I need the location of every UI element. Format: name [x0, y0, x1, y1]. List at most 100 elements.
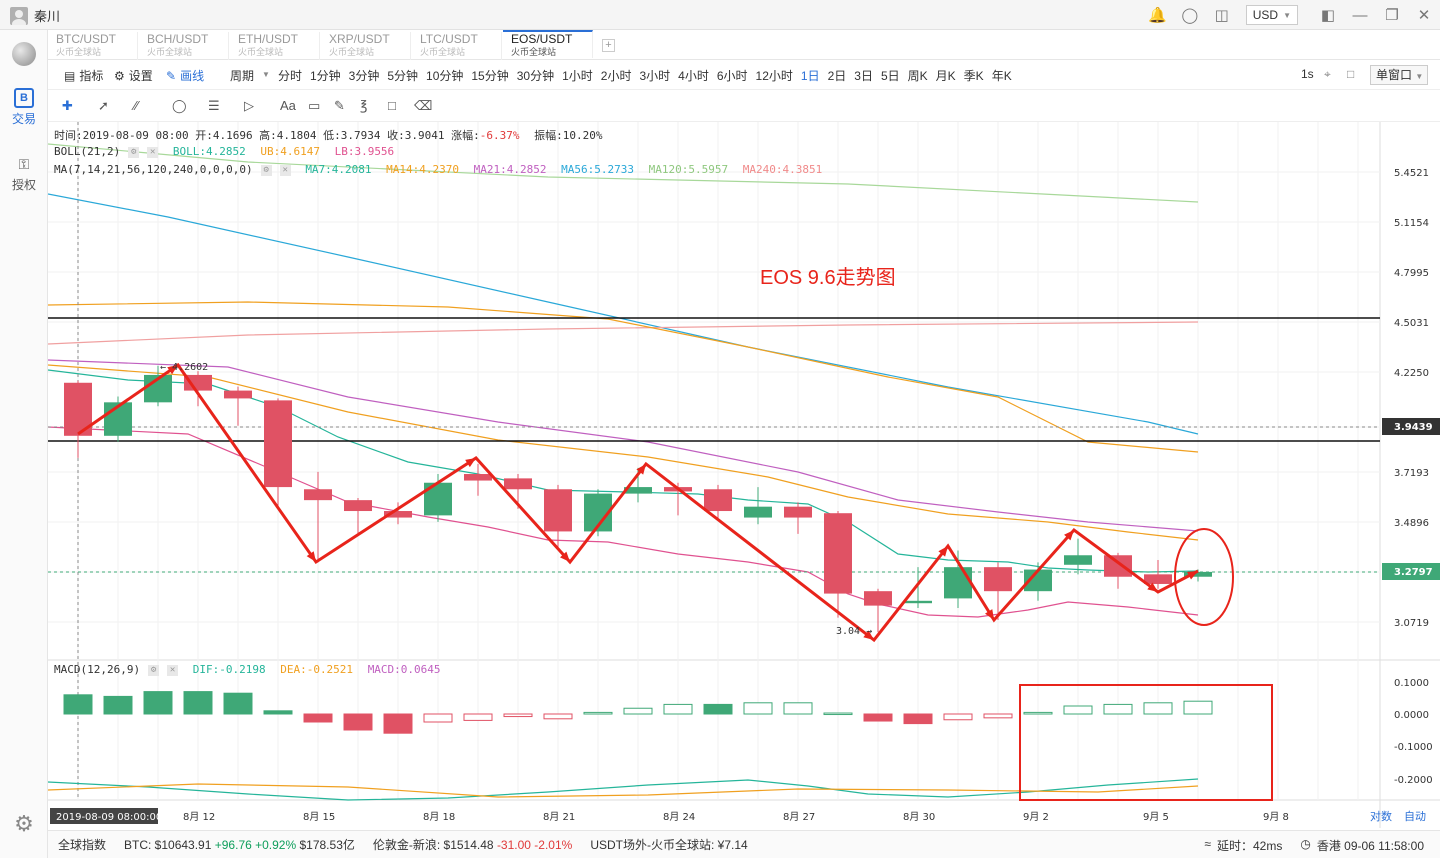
candle-body: [264, 400, 292, 488]
ma-settings-icon[interactable]: ⚙: [260, 164, 272, 176]
sidebar-item-label: 交易: [11, 112, 36, 126]
gear-icon[interactable]: ⚙: [12, 812, 36, 836]
period-option[interactable]: 15分钟: [471, 67, 508, 84]
period-option[interactable]: 1小时: [562, 67, 593, 84]
chart-toolbar: ▤ 指标 ⚙ 设置 ✎ 画线 周期 ▼ 分时 1分钟 3分钟 5分钟 10分钟 …: [48, 60, 1440, 90]
minimize-icon[interactable]: —: [1344, 0, 1376, 30]
candle-body: [744, 506, 772, 518]
app-logo: [12, 42, 36, 66]
bell-icon[interactable]: 🔔: [1142, 0, 1174, 30]
sidebar-item-trade[interactable]: B 交易: [0, 88, 48, 127]
clock-icon: ◷: [1300, 837, 1311, 851]
ohlc-text: 时间:2019-08-09 08:00 开:4.1696 高:4.1804 低:…: [54, 129, 480, 142]
status-right: ≈ 延时：42ms ◷ 香港 09-06 11:58:00: [1204, 837, 1424, 854]
candle-body: [1104, 555, 1132, 577]
ma-close-icon[interactable]: ✕: [279, 164, 291, 176]
boll-close-icon[interactable]: ✕: [147, 146, 159, 158]
date-axis-label: 8月 15: [303, 811, 335, 823]
chevron-down-icon[interactable]: ▼: [262, 67, 270, 84]
macd-bar: [1023, 711, 1053, 715]
trendline-icon[interactable]: ➚: [98, 98, 109, 114]
chat-icon[interactable]: ◯: [1174, 0, 1206, 30]
period-option[interactable]: 3分钟: [349, 67, 380, 84]
macd-bar: [183, 691, 213, 715]
candle-body: [304, 489, 332, 501]
period-option[interactable]: 1分钟: [310, 67, 341, 84]
sidebar-item-label: 授权: [11, 178, 36, 192]
chart-area[interactable]: EOS 9.6走势图 ← 4.2602 3.04 → 5.4521 5.1154 4.79…: [47, 122, 1440, 828]
trash-icon[interactable]: ⌫: [414, 98, 432, 114]
magnet-icon[interactable]: ℥: [360, 98, 368, 114]
btc-ticker: BTC: $10643.91 +96.76 +0.92% $178.53亿: [124, 838, 355, 852]
restore-icon[interactable]: ❐: [1376, 0, 1408, 30]
parallel-lines-icon[interactable]: ∕∕: [134, 98, 138, 113]
period-option[interactable]: 6小时: [717, 67, 748, 84]
text-icon[interactable]: Aa: [280, 98, 296, 113]
crosshair-date-value: 2019-08-09 08:00:00: [56, 812, 162, 823]
ma21-value: MA21:4.2852: [473, 163, 547, 176]
indicator-icon: ▤: [64, 68, 76, 83]
macd-settings-icon[interactable]: ⚙: [148, 664, 160, 676]
period-option[interactable]: 3日: [854, 67, 873, 84]
tab-exchange: 火币全球站: [511, 47, 557, 57]
sidebar-item-authorize[interactable]: ⚿ 授权: [0, 154, 48, 193]
chevron-down-icon: ▼: [1415, 72, 1424, 81]
period-option[interactable]: 5分钟: [387, 67, 418, 84]
tab-btc[interactable]: BTC/USDT 火币全球站: [48, 32, 138, 60]
tab-xrp[interactable]: XRP/USDT 火币全球站: [321, 32, 411, 60]
draw-button[interactable]: ✎ 画线: [166, 67, 204, 84]
ruler-icon[interactable]: ▭: [308, 98, 320, 114]
user-info[interactable]: 秦川: [10, 6, 60, 25]
macd-close-icon[interactable]: ✕: [167, 664, 179, 676]
date-axis-label: 8月 30: [903, 811, 935, 823]
layout-icon[interactable]: ◧: [1312, 0, 1344, 30]
period-option[interactable]: 季K: [964, 67, 984, 84]
fibonacci-icon[interactable]: ☰: [208, 98, 220, 114]
close-icon[interactable]: ✕: [1408, 0, 1440, 30]
macd-bar: [943, 713, 973, 721]
period-option[interactable]: 30分钟: [517, 67, 554, 84]
screenshot-icon[interactable]: □: [1347, 67, 1354, 81]
shirt-icon[interactable]: ◫: [1206, 0, 1238, 30]
tab-eth[interactable]: ETH/USDT 火币全球站: [230, 32, 320, 60]
candle-body: [984, 567, 1012, 592]
brush-icon[interactable]: ✎: [334, 98, 345, 114]
boll-settings-icon[interactable]: ⚙: [128, 146, 140, 158]
macd-bar: [143, 691, 173, 715]
candle-body: [1064, 555, 1092, 565]
circle-icon[interactable]: ◯: [172, 98, 187, 114]
period-option[interactable]: 2日: [828, 67, 847, 84]
period-option[interactable]: 10分钟: [426, 67, 463, 84]
macd-bar: [983, 713, 1013, 719]
refresh-interval[interactable]: 1s: [1301, 67, 1314, 81]
macd-bar: [1183, 700, 1213, 715]
global-index[interactable]: 全球指数: [58, 836, 106, 853]
period-option[interactable]: 12小时: [756, 67, 793, 84]
period-option-active[interactable]: 1日: [801, 67, 820, 84]
annotation-title: EOS 9.6走势图: [760, 266, 896, 289]
crosshair-icon[interactable]: ✚: [62, 98, 73, 114]
period-option[interactable]: 分时: [278, 67, 302, 84]
tab-eos[interactable]: EOS/USDT 火币全球站: [503, 30, 593, 58]
period-option[interactable]: 3小时: [639, 67, 670, 84]
amplitude-value: 振幅:10.20%: [534, 129, 603, 142]
period-option[interactable]: 5日: [881, 67, 900, 84]
period-option[interactable]: 月K: [936, 67, 956, 84]
settings-button[interactable]: ⚙ 设置: [114, 67, 153, 84]
tab-bch[interactable]: BCH/USDT 火币全球站: [139, 32, 229, 60]
period-option[interactable]: 2小时: [601, 67, 632, 84]
add-tab-button[interactable]: +: [602, 39, 615, 52]
latency: 延时：42ms: [1216, 839, 1283, 853]
currency-select[interactable]: USD ▼: [1245, 5, 1298, 25]
lock-icon[interactable]: □: [388, 98, 396, 113]
period-option[interactable]: 4小时: [678, 67, 709, 84]
window-mode-select[interactable]: 单窗口 ▼: [1370, 65, 1428, 85]
usdt-ticker: USDT场外-火币全球站: ¥7.14: [590, 838, 748, 852]
period-option[interactable]: 周K: [908, 67, 928, 84]
pattern-icon[interactable]: ▷: [244, 98, 254, 114]
indicator-button[interactable]: ▤ 指标: [64, 67, 103, 84]
tab-ltc[interactable]: LTC/USDT 火币全球站: [412, 32, 502, 60]
fullscreen-icon[interactable]: ⌖: [1324, 67, 1331, 82]
period-option[interactable]: 年K: [992, 67, 1012, 84]
candlestick-chart[interactable]: EOS 9.6走势图 ← 4.2602 3.04 → 5.4521 5.1154 4.79…: [47, 122, 1440, 828]
